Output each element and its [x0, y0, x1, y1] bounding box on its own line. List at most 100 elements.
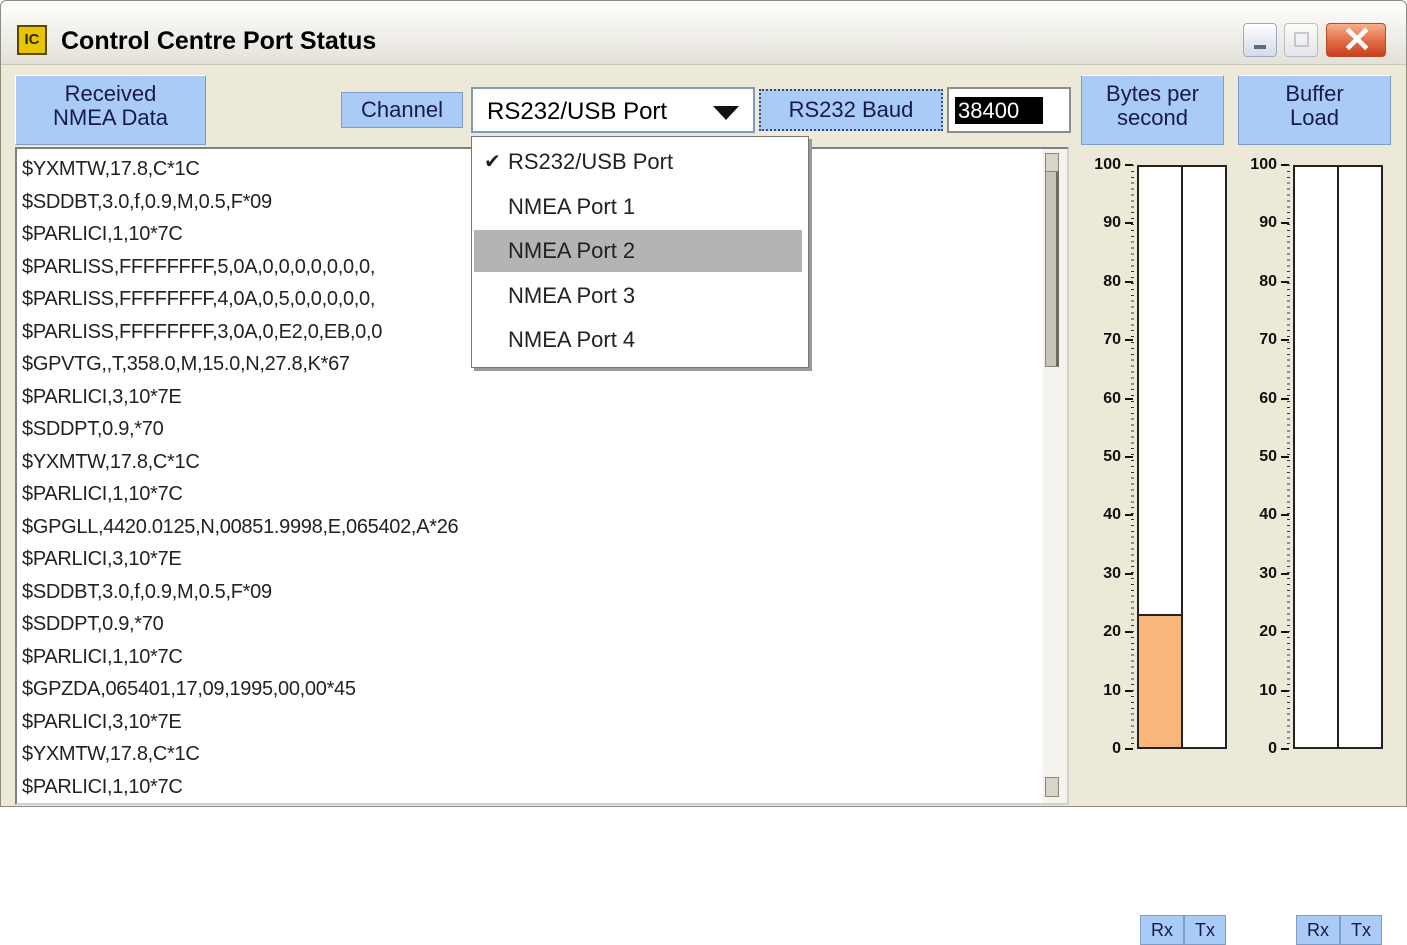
channel-option[interactable]: NMEA Port 2 — [474, 230, 802, 272]
log-line: $YXMTW,17.8,C*1C — [22, 743, 200, 765]
channel-option[interactable]: NMEA Port 1 — [474, 186, 802, 228]
channel-option[interactable]: NMEA Port 4 — [474, 319, 802, 361]
log-line: $PARLICI,1,10*7C — [22, 223, 183, 245]
scale-tick-label: 80 — [1103, 272, 1121, 290]
scale-tick-label: 60 — [1259, 389, 1277, 407]
buf-label-line2: Load — [1290, 105, 1339, 130]
rs232-baud-label: RS232 Baud — [759, 89, 943, 131]
log-line: $PARLISS,FFFFFFFF,5,0A,0,0,0,0,0,0,0, — [22, 255, 376, 278]
scale-tick-label: 20 — [1103, 623, 1121, 641]
scale-tick-label: 30 — [1103, 564, 1121, 582]
scale-tick-label: 90 — [1259, 214, 1277, 232]
close-icon: ✕ — [1342, 19, 1373, 60]
channel-option-label: NMEA Port 1 — [508, 193, 636, 219]
log-line: $SDDBT,3.0,f,0.9,M,0.5,F*09 — [22, 580, 272, 603]
buf-tx-button[interactable]: Tx — [1340, 915, 1382, 945]
maximize-icon — [1294, 32, 1309, 47]
baud-rate-field[interactable]: 38400 — [947, 87, 1071, 133]
log-line: $SDDPT,0.9,*70 — [22, 418, 164, 440]
title-bar[interactable]: IC Control Centre Port Status ✕ — [1, 1, 1406, 65]
bps-scale: 100 90 80 70 60 50 40 30 20 10 0 — [1085, 153, 1143, 773]
bps-tx-button[interactable]: Tx — [1184, 915, 1226, 945]
scale-tick-label: 40 — [1103, 506, 1121, 524]
channel-option-label: NMEA Port 2 — [508, 238, 636, 263]
scale-tick-label: 20 — [1259, 623, 1277, 641]
scale-tick-label: 40 — [1259, 506, 1277, 524]
channel-option-label: NMEA Port 4 — [508, 327, 636, 352]
scale-minor-ticks — [1131, 165, 1134, 749]
bps-rx-fill — [1139, 613, 1181, 747]
channel-option[interactable]: NMEA Port 3 — [474, 275, 802, 317]
buf-label-line1: Buffer — [1285, 81, 1344, 106]
scale-tick-label: 50 — [1103, 448, 1121, 465]
close-button[interactable]: ✕ — [1326, 19, 1386, 60]
bps-label-line2: second — [1117, 105, 1188, 130]
port-status-window: IC Control Centre Port Status ✕ Received… — [0, 0, 1407, 945]
buffer-load-gauge: 100 90 80 70 60 50 40 30 20 10 0 Rx Tx — [1241, 153, 1391, 945]
scale-tick-label: 30 — [1259, 564, 1277, 582]
log-line: $PARLICI,3,10*7E — [22, 710, 182, 733]
buf-scale: 100 90 80 70 60 50 40 30 20 10 0 — [1241, 153, 1299, 773]
scale-tick-label: 70 — [1259, 331, 1277, 349]
channel-label: Channel — [341, 92, 463, 128]
log-line: $GPVTG,,T,358.0,M,15.0,N,27.8,K*67 — [22, 353, 350, 375]
scale-tick-label: 100 — [1094, 156, 1121, 173]
channel-option-label: NMEA Port 3 — [508, 282, 636, 308]
scroll-down-button[interactable] — [1045, 777, 1059, 797]
log-line: $PARLISS,FFFFFFFF,4,0A,0,5,0,0,0,0,0, — [22, 288, 376, 310]
log-lines: $YXMTW,17.8,C*1C $SDDBT,3.0,f,0.9,M,0.5,F… — [22, 153, 459, 803]
bytes-per-second-label: Bytes per second — [1081, 75, 1224, 145]
scale-tick-label: 0 — [1268, 740, 1277, 757]
log-line: $PARLICI,1,10*7C — [22, 775, 183, 798]
received-nmea-data-label: Received NMEA Data — [15, 75, 206, 145]
log-line: $GPGLL,4420.0125,N,00851.9998,E,065402,A… — [22, 515, 459, 538]
scale-tick-label: 60 — [1103, 389, 1121, 407]
received-label-line1: Received — [64, 81, 157, 106]
window-title: Control Centre Port Status — [61, 27, 377, 55]
log-line: $PARLICI,1,10*7C — [22, 645, 183, 668]
bps-rx-bar — [1137, 165, 1183, 749]
dropdown-arrow-button[interactable] — [709, 97, 747, 125]
checkmark-icon: ✔ — [484, 151, 501, 173]
log-line: $SDDPT,0.9,*70 — [22, 613, 164, 635]
scale-tick-label: 80 — [1259, 272, 1277, 290]
scroll-thumb[interactable] — [1045, 171, 1059, 367]
buf-rx-button[interactable]: Rx — [1296, 915, 1340, 945]
channel-dropdown-list[interactable]: ✔ RS232/USB Port NMEA Port 1 NMEA Port 2 NME… — [471, 136, 809, 368]
log-line: $PARLICI,1,10*7C — [22, 483, 183, 505]
channel-select[interactable]: RS232/USB Port — [471, 87, 755, 133]
scale-tick-label: 100 — [1250, 156, 1277, 173]
buffer-load-label: Buffer Load — [1238, 75, 1391, 145]
scale-tick-label: 90 — [1103, 214, 1121, 232]
scale-tick-label: 0 — [1112, 740, 1121, 757]
received-label-line2: NMEA Data — [53, 105, 168, 130]
minimize-button[interactable] — [1243, 23, 1277, 57]
buf-tx-bar — [1337, 165, 1383, 749]
scale-tick-label: 10 — [1103, 681, 1121, 699]
log-scrollbar[interactable] — [1043, 149, 1067, 803]
log-line: $YXMTW,17.8,C*1C — [22, 450, 200, 473]
log-line: $PARLICI,3,10*7E — [22, 385, 182, 408]
bytes-per-second-gauge: 100 90 80 70 60 50 40 30 20 10 0 Rx Tx — [1085, 153, 1235, 945]
channel-selected-value: RS232/USB Port — [487, 98, 668, 125]
bps-label-line1: Bytes per — [1106, 81, 1199, 106]
maximize-button[interactable] — [1284, 23, 1318, 57]
baud-rate-value[interactable]: 38400 — [955, 97, 1043, 124]
log-line: $GPZDA,065401,17,09,1995,00,00*45 — [22, 678, 356, 700]
minimize-icon — [1254, 45, 1266, 49]
log-line: $YXMTW,17.8,C*1C — [22, 158, 200, 180]
log-line: $SDDBT,3.0,f,0.9,M,0.5,F*09 — [22, 190, 272, 213]
caret-down-icon — [713, 106, 739, 120]
scale-tick-label: 50 — [1259, 448, 1277, 465]
bps-rx-button[interactable]: Rx — [1140, 915, 1184, 945]
channel-option[interactable]: ✔ RS232/USB Port — [474, 141, 802, 183]
app-ic-icon[interactable]: IC — [17, 25, 47, 55]
scale-minor-ticks — [1287, 165, 1290, 749]
scale-tick-label: 70 — [1103, 331, 1121, 349]
buf-rx-bar — [1293, 165, 1339, 749]
log-line: $PARLISS,FFFFFFFF,3,0A,0,E2,0,EB,0,0 — [22, 320, 383, 343]
log-line: $PARLICI,3,10*7E — [22, 548, 182, 570]
scale-tick-label: 10 — [1259, 681, 1277, 699]
bps-tx-bar — [1181, 165, 1227, 749]
channel-option-label: RS232/USB Port — [508, 149, 674, 174]
